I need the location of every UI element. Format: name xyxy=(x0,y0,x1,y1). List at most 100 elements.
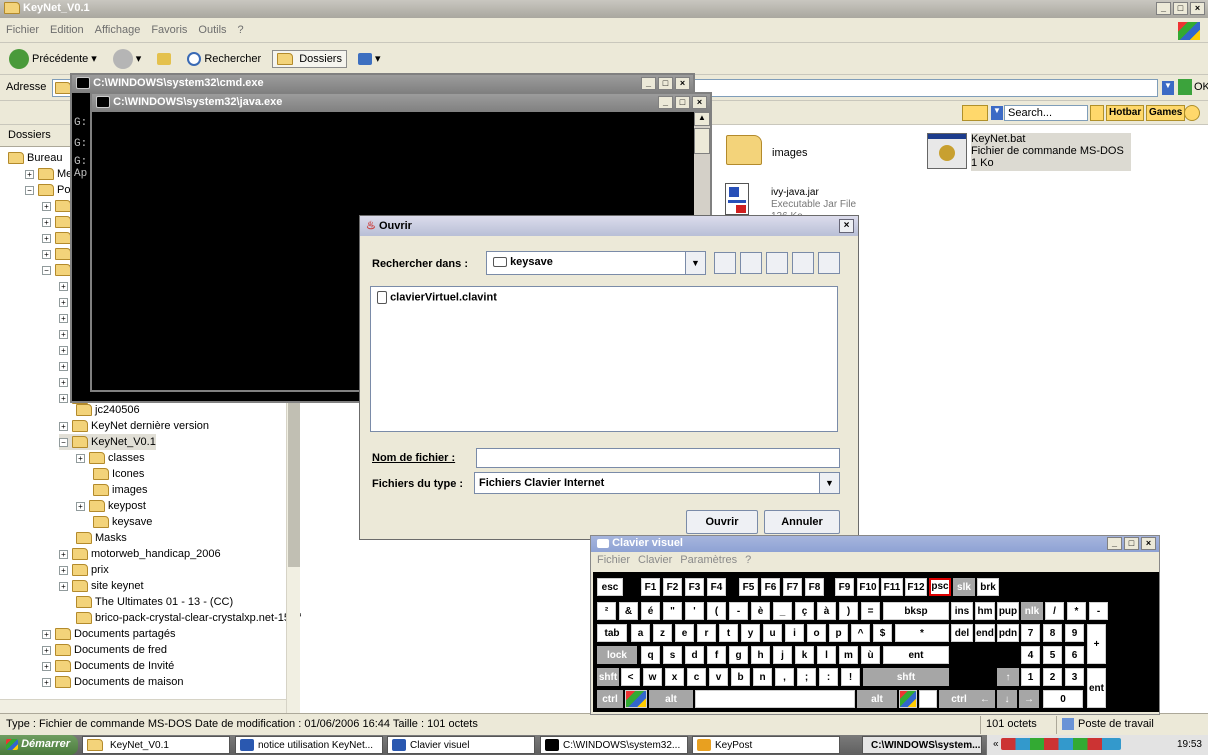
filetype-combo[interactable]: Fichiers Clavier Internet ▼ xyxy=(474,472,840,494)
key[interactable]: 8 xyxy=(1043,624,1062,642)
games-button[interactable]: Games xyxy=(1146,105,1186,121)
key[interactable]: → xyxy=(1019,690,1039,708)
key[interactable]: shft xyxy=(597,668,619,686)
key[interactable]: F6 xyxy=(761,578,780,596)
key[interactable]: 1 xyxy=(1021,668,1040,686)
key[interactable]: 3 xyxy=(1065,668,1084,686)
menu-help[interactable]: ? xyxy=(745,554,751,568)
explorer-titlebar[interactable]: KeyNet_V0.1 _ □ × xyxy=(0,0,1208,18)
expand-toggle[interactable]: + xyxy=(42,629,51,639)
expand-toggle[interactable]: + xyxy=(42,233,51,243)
key[interactable]: m xyxy=(839,646,858,664)
key[interactable]: F2 xyxy=(663,578,682,596)
key[interactable]: ^ xyxy=(851,624,870,642)
key[interactable]: x xyxy=(665,668,684,686)
task-explorer[interactable]: KeyNet_V0.1 xyxy=(82,736,230,754)
key[interactable]: 9 xyxy=(1065,624,1084,642)
tree-row[interactable]: The Ultimates 01 - 13 - (CC) xyxy=(76,594,233,610)
key[interactable]: y xyxy=(741,624,760,642)
chevron-down-icon[interactable]: ▼ xyxy=(685,252,705,274)
back-button[interactable]: Précédente ▾ xyxy=(4,46,102,72)
task-java[interactable]: C:\WINDOWS\system... xyxy=(862,736,982,754)
close-button[interactable]: × xyxy=(1141,537,1156,550)
key[interactable]: l xyxy=(817,646,836,664)
key[interactable]: c xyxy=(687,668,706,686)
open-button[interactable]: Ouvrir xyxy=(686,510,758,534)
key[interactable]: F8 xyxy=(805,578,824,596)
key[interactable]: F1 xyxy=(641,578,660,596)
tray-icons[interactable] xyxy=(1001,738,1122,750)
list-view-icon[interactable] xyxy=(792,252,814,274)
tree-row[interactable]: + Documents de maison xyxy=(42,674,183,690)
home-icon[interactable] xyxy=(740,252,762,274)
mail-icon[interactable] xyxy=(962,105,988,121)
tree-row[interactable]: keysave xyxy=(93,514,152,530)
key[interactable]: n xyxy=(753,668,772,686)
key[interactable]: - xyxy=(1089,602,1108,620)
key[interactable]: ) xyxy=(839,602,858,620)
expand-toggle[interactable]: + xyxy=(59,345,68,355)
key[interactable]: i xyxy=(785,624,804,642)
key[interactable]: psc xyxy=(929,578,951,596)
key[interactable]: alt xyxy=(649,690,693,708)
key[interactable]: shft xyxy=(863,668,949,686)
key[interactable]: F4 xyxy=(707,578,726,596)
key[interactable]: " xyxy=(663,602,682,620)
tree-row[interactable]: + classes xyxy=(76,450,145,466)
menu-outils[interactable]: Outils xyxy=(198,24,226,36)
minimize-button[interactable]: _ xyxy=(658,96,673,109)
key[interactable]: $ xyxy=(873,624,892,642)
search-button[interactable]: Rechercher xyxy=(182,49,266,69)
task-cmd[interactable]: C:\WINDOWS\system32... xyxy=(540,736,688,754)
key[interactable]: ent xyxy=(883,646,949,664)
expand-toggle[interactable]: + xyxy=(59,329,68,339)
key[interactable]: F5 xyxy=(739,578,758,596)
expand-toggle[interactable]: + xyxy=(76,453,85,463)
tree-row[interactable]: brico-pack-crystal-clear-crystalxp.net-1… xyxy=(76,610,308,626)
tree-row[interactable]: jc240506 xyxy=(76,402,140,418)
cancel-button[interactable]: Annuler xyxy=(764,510,840,534)
menu-clavier[interactable]: Clavier xyxy=(638,554,672,568)
key[interactable]: : xyxy=(819,668,838,686)
smiley-icon[interactable] xyxy=(1184,105,1200,121)
key[interactable]: del xyxy=(951,624,973,642)
hotbar-button[interactable]: Hotbar xyxy=(1106,105,1145,121)
key[interactable]: ! xyxy=(841,668,860,686)
key[interactable]: * xyxy=(1067,602,1086,620)
tree-row[interactable]: + Documents partagés xyxy=(42,626,176,642)
go-arrow-icon[interactable] xyxy=(1178,79,1192,95)
key[interactable]: v xyxy=(709,668,728,686)
key[interactable]: * xyxy=(895,624,949,642)
minimize-button[interactable]: _ xyxy=(1107,537,1122,550)
close-button[interactable]: × xyxy=(692,96,707,109)
tree-row[interactable]: + KeyNet dernière version xyxy=(59,418,209,434)
key[interactable]: 0 xyxy=(1043,690,1083,708)
key[interactable]: é xyxy=(641,602,660,620)
key[interactable]: d xyxy=(685,646,704,664)
expand-toggle[interactable]: + xyxy=(76,501,85,511)
key[interactable]: ent xyxy=(1087,668,1106,708)
key[interactable]: , xyxy=(775,668,794,686)
cmd-titlebar[interactable]: C:\WINDOWS\system32\cmd.exe _ □ × xyxy=(72,75,693,93)
key[interactable]: 7 xyxy=(1021,624,1040,642)
key[interactable]: bksp xyxy=(883,602,949,620)
maximize-button[interactable]: □ xyxy=(675,96,690,109)
scroll-up-icon[interactable]: ▲ xyxy=(694,112,710,126)
tree-hscrollbar[interactable] xyxy=(0,699,286,713)
key[interactable]: < xyxy=(621,668,640,686)
key[interactable]: e xyxy=(675,624,694,642)
key[interactable]: ² xyxy=(597,602,616,620)
minimize-button[interactable]: _ xyxy=(641,77,656,90)
menu-affichage[interactable]: Affichage xyxy=(95,24,141,36)
key[interactable]: k xyxy=(795,646,814,664)
key[interactable]: esc xyxy=(597,578,623,596)
space-key[interactable] xyxy=(695,690,855,708)
key[interactable]: F11 xyxy=(881,578,903,596)
key[interactable]: o xyxy=(807,624,826,642)
selected-file-item[interactable]: KeyNet.bat Fichier de commande MS-DOS 1 … xyxy=(971,133,1131,171)
close-button[interactable]: × xyxy=(675,77,690,90)
menu-favoris[interactable]: Favoris xyxy=(151,24,187,36)
search-icon[interactable] xyxy=(1090,105,1104,121)
expand-toggle[interactable]: + xyxy=(59,549,68,559)
up-one-level-icon[interactable] xyxy=(714,252,736,274)
